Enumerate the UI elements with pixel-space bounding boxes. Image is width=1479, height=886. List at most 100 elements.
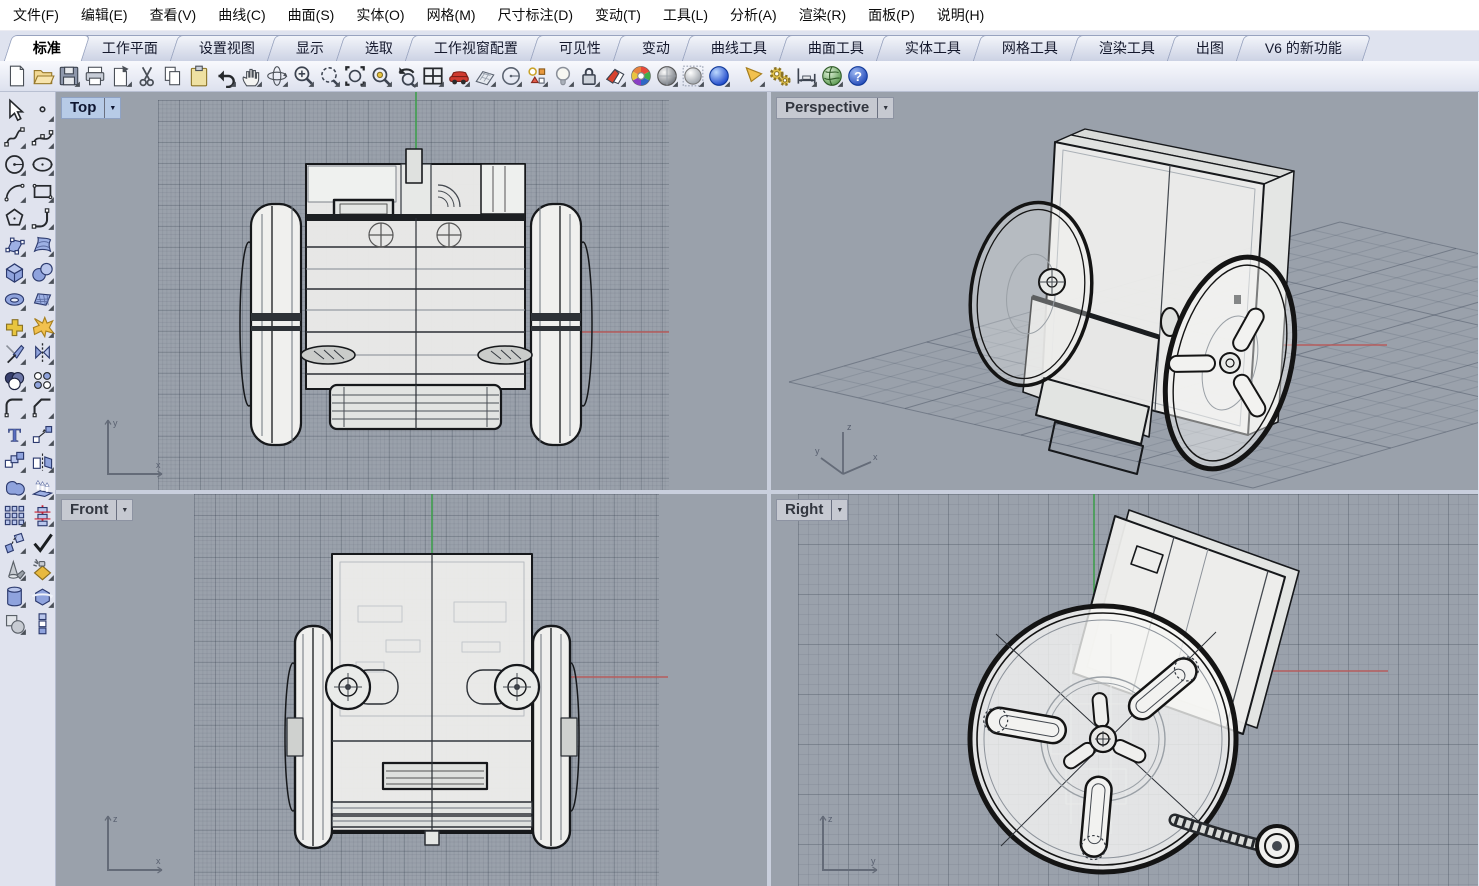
tab-1[interactable]: 标准 — [4, 35, 90, 61]
earth-globe-icon[interactable] — [820, 64, 844, 88]
menu-item-13[interactable]: 面板(P) — [857, 0, 926, 30]
patch-surface-icon[interactable] — [30, 287, 55, 312]
interpolated-curve-icon[interactable] — [30, 125, 55, 150]
cplane-icon[interactable] — [473, 64, 497, 88]
pan-view-icon[interactable] — [239, 64, 263, 88]
circle-tool-icon[interactable] — [499, 64, 523, 88]
explode-icon[interactable] — [30, 314, 55, 339]
options-gears-icon[interactable] — [768, 64, 792, 88]
trim-icon[interactable] — [2, 341, 27, 366]
boolean-2d-icon[interactable] — [2, 611, 27, 636]
zoom-selected-icon[interactable] — [369, 64, 393, 88]
menu-item-6[interactable]: 实体(O) — [345, 0, 415, 30]
lock-icon[interactable] — [577, 64, 601, 88]
four-viewports-icon[interactable] — [421, 64, 445, 88]
curve-blend-icon[interactable] — [30, 206, 55, 231]
ghosted-view-icon[interactable] — [681, 64, 705, 88]
revolve-icon[interactable] — [30, 584, 55, 609]
new-document-icon[interactable] — [5, 64, 29, 88]
menu-item-7[interactable]: 网格(M) — [416, 0, 487, 30]
viewport-title-top[interactable]: Top ▼ — [61, 97, 121, 119]
menu-item-8[interactable]: 尺寸标注(D) — [487, 0, 584, 30]
single-point-icon[interactable] — [30, 98, 55, 123]
export-file-icon[interactable] — [109, 64, 133, 88]
menu-item-9[interactable]: 变动(T) — [584, 0, 652, 30]
tab-6[interactable]: 工作视窗配置 — [405, 35, 547, 61]
boolean-union-icon[interactable] — [2, 476, 27, 501]
array-icon[interactable] — [2, 503, 27, 528]
viewport-title-right[interactable]: Right ▼ — [776, 499, 848, 521]
viewport-title-text[interactable]: Perspective — [777, 98, 877, 118]
join-icon[interactable] — [2, 314, 27, 339]
viewport-title-text[interactable]: Right — [777, 500, 831, 520]
viewport-top[interactable]: Top ▼ y x — [56, 92, 767, 490]
layer-wedge-icon[interactable] — [603, 64, 627, 88]
viewport-perspective[interactable]: Perspective ▼ z x y — [771, 92, 1478, 490]
chamfer-curves-icon[interactable] — [30, 395, 55, 420]
curve-boolean-icon[interactable] — [2, 368, 27, 393]
orient-icon[interactable] — [2, 530, 27, 555]
paste-icon[interactable] — [187, 64, 211, 88]
viewport-title-front[interactable]: Front ▼ — [61, 499, 133, 521]
cut-icon[interactable] — [135, 64, 159, 88]
copy-icon[interactable] — [161, 64, 185, 88]
menu-item-12[interactable]: 渲染(R) — [788, 0, 857, 30]
torus-icon[interactable] — [2, 287, 27, 312]
array-linear-icon[interactable] — [30, 503, 55, 528]
chevron-down-icon[interactable]: ▼ — [116, 500, 132, 520]
zoom-extents-icon[interactable] — [343, 64, 367, 88]
menu-item-4[interactable]: 曲线(C) — [207, 0, 276, 30]
offset-curve-icon[interactable] — [30, 368, 55, 393]
text-icon[interactable]: T — [2, 422, 27, 447]
layer-stack-icon[interactable] — [30, 611, 55, 636]
undo-view-icon[interactable] — [395, 64, 419, 88]
viewport-title-text[interactable]: Top — [62, 98, 104, 118]
osnap-icon[interactable] — [525, 64, 549, 88]
save-file-icon[interactable] — [57, 64, 81, 88]
surface-corner-points-icon[interactable] — [2, 233, 27, 258]
menu-item-10[interactable]: 工具(L) — [652, 0, 719, 30]
paint-spray-icon[interactable] — [30, 557, 55, 582]
menu-item-14[interactable]: 说明(H) — [926, 0, 995, 30]
tab-15[interactable]: V6 的新功能 — [1236, 35, 1371, 61]
box-icon[interactable] — [2, 260, 27, 285]
fillet-curves-icon[interactable] — [2, 395, 27, 420]
help-icon[interactable]: ? — [846, 64, 870, 88]
check-good-icon[interactable] — [30, 530, 55, 555]
shaded-view-icon[interactable] — [655, 64, 679, 88]
extrude-icon[interactable] — [30, 476, 55, 501]
split-icon[interactable] — [30, 341, 55, 366]
chevron-down-icon[interactable]: ▼ — [877, 98, 893, 118]
move-icon[interactable] — [30, 422, 55, 447]
viewport-right[interactable]: Right ▼ z y — [771, 494, 1478, 886]
flag-cone-icon[interactable] — [742, 64, 766, 88]
chevron-down-icon[interactable]: ▼ — [831, 500, 847, 520]
mirror-icon[interactable] — [30, 449, 55, 474]
arc-icon[interactable] — [2, 179, 27, 204]
zoom-window-icon[interactable] — [317, 64, 341, 88]
menu-item-11[interactable]: 分析(A) — [719, 0, 788, 30]
cone-gray-icon[interactable] — [2, 557, 27, 582]
menu-item-1[interactable]: 文件(F) — [2, 0, 70, 30]
loft-surface-icon[interactable] — [30, 233, 55, 258]
chevron-down-icon[interactable]: ▼ — [104, 98, 120, 118]
open-file-icon[interactable] — [31, 64, 55, 88]
cylinder-icon[interactable] — [2, 584, 27, 609]
menu-item-3[interactable]: 查看(V) — [139, 0, 208, 30]
control-point-curve-icon[interactable] — [2, 125, 27, 150]
ellipse-icon[interactable] — [30, 152, 55, 177]
rectangle-icon[interactable] — [30, 179, 55, 204]
undo-icon[interactable] — [213, 64, 237, 88]
viewport-front[interactable]: Front ▼ z x — [56, 494, 767, 886]
spheres-icon[interactable] — [30, 260, 55, 285]
car-hide-icon[interactable] — [447, 64, 471, 88]
polygon-icon[interactable] — [2, 206, 27, 231]
rendered-view-icon[interactable] — [707, 64, 731, 88]
dimension-icon[interactable] — [794, 64, 818, 88]
copy-objects-icon[interactable] — [2, 449, 27, 474]
menu-item-2[interactable]: 编辑(E) — [70, 0, 139, 30]
zoom-in-icon[interactable] — [291, 64, 315, 88]
color-wheel-icon[interactable] — [629, 64, 653, 88]
viewport-title-text[interactable]: Front — [62, 500, 116, 520]
rotate-view-icon[interactable] — [265, 64, 289, 88]
